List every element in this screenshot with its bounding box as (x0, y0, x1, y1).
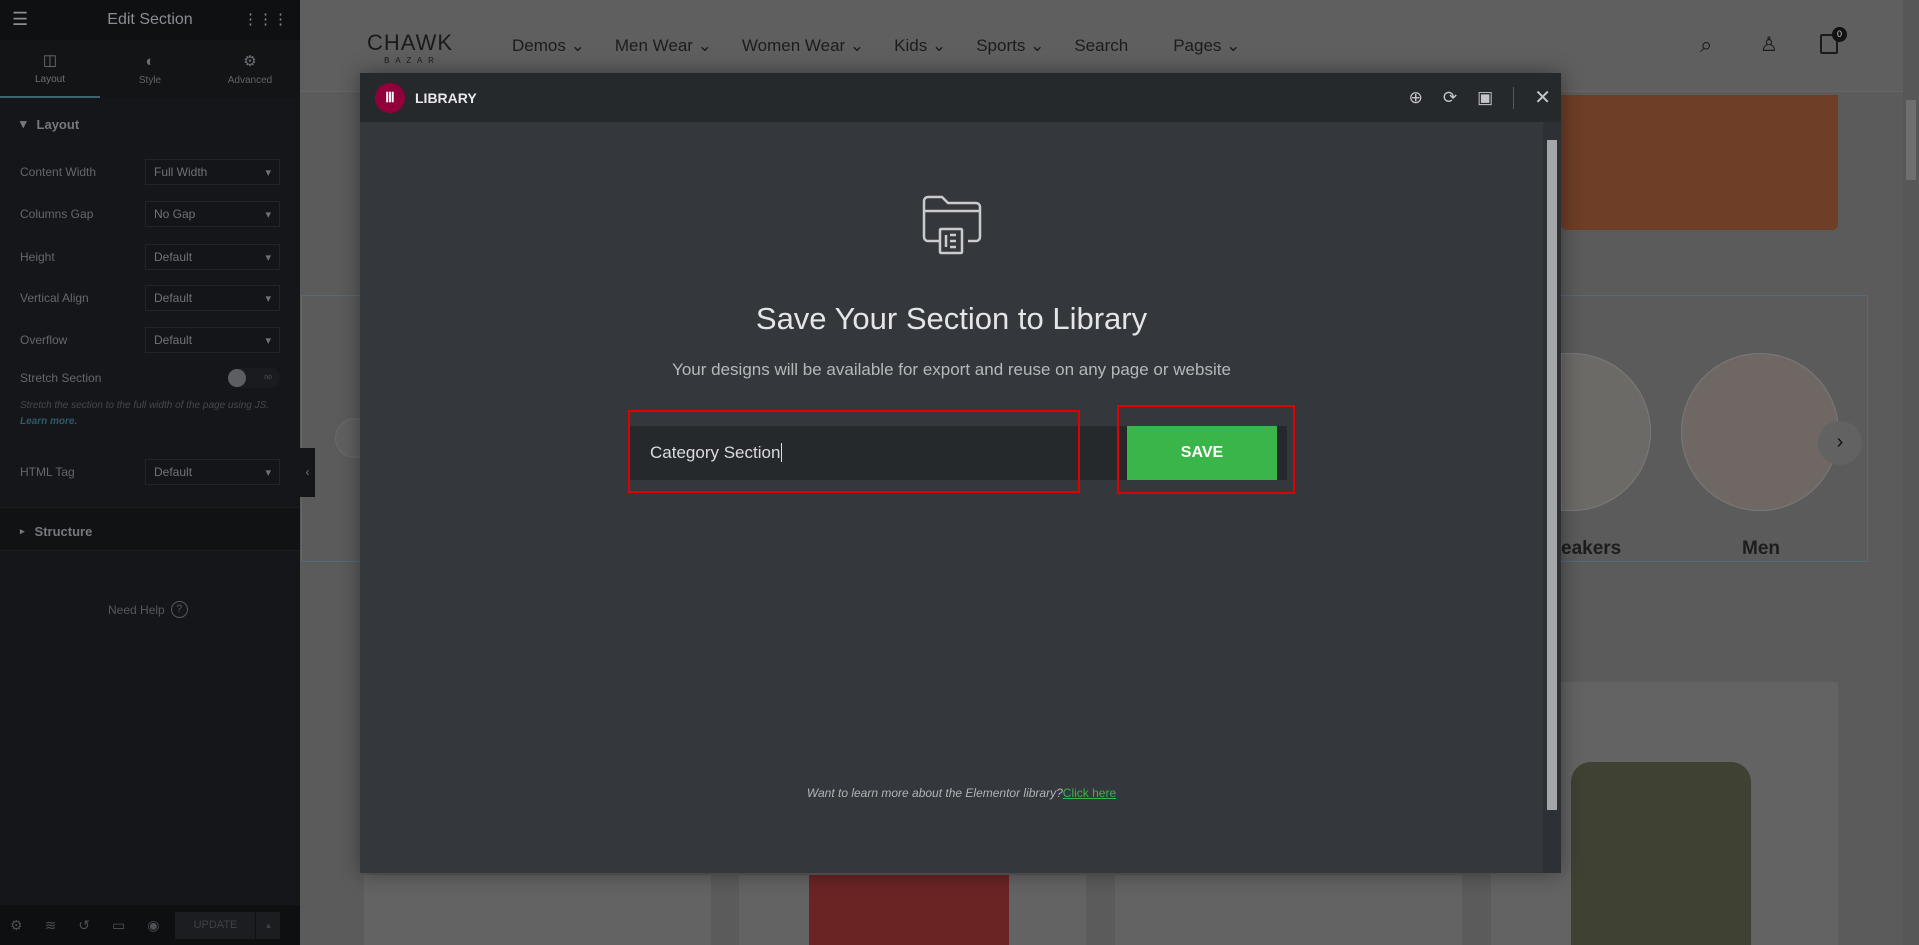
settings-icon[interactable]: ⚙ (10, 917, 23, 934)
stretch-section-control: Stretch Section no (20, 364, 280, 392)
category-label-sneakers[interactable]: eakers (1561, 538, 1621, 560)
update-button[interactable]: UPDATE (175, 911, 256, 939)
divider (1513, 86, 1515, 109)
columns-icon: ◫ (42, 52, 58, 69)
apps-grid-icon[interactable]: ⋮⋮⋮ (243, 10, 288, 28)
learn-more-link[interactable]: Learn more. (20, 416, 77, 427)
panel-title: Edit Section (107, 11, 193, 28)
height-control: Height Default (20, 243, 280, 271)
nav-kids[interactable]: Kids ⌄ (894, 36, 946, 56)
banner-image (1561, 95, 1838, 230)
navigator-layers-icon[interactable]: ≋ (45, 917, 57, 934)
category-label-men[interactable]: Men (1742, 538, 1780, 560)
product-card[interactable] (364, 875, 711, 945)
modal-scrollbar[interactable] (1543, 122, 1561, 873)
height-select[interactable]: Default (145, 244, 280, 270)
vertical-align-control: Vertical Align Default (20, 284, 280, 312)
modal-scrollbar-thumb[interactable] (1547, 140, 1557, 810)
search-icon[interactable]: ⌕ (1700, 32, 1712, 58)
scrollbar-thumb[interactable] (1906, 100, 1916, 180)
stretch-hint: Stretch the section to the full width of… (20, 400, 270, 427)
elementor-logo-icon: Ⅲ (375, 82, 405, 113)
collapse-panel-handle[interactable]: ‹ (300, 448, 315, 497)
overflow-control: Overflow Default (20, 326, 280, 354)
tab-layout[interactable]: ◫ Layout (0, 40, 100, 98)
panel-footer: ⚙ ≋ ↺ ▭ ◉ UPDATE ▴ (0, 905, 300, 945)
tab-style[interactable]: ◐ Style (100, 40, 200, 98)
tab-advanced[interactable]: ⚙ Advanced (200, 40, 300, 98)
library-modal: Ⅲ LIBRARY ⊕ ⟳ ▣ ✕ Save Your Section to L… (360, 73, 1561, 873)
nav-women-wear[interactable]: Women Wear ⌄ (742, 36, 864, 56)
vertical-align-select[interactable]: Default (145, 285, 280, 311)
responsive-mode-icon[interactable]: ▭ (112, 917, 125, 934)
overflow-select[interactable]: Default (145, 327, 280, 353)
category-image-men[interactable] (1681, 353, 1839, 511)
panel-tabs: ◫ Layout ◐ Style ⚙ Advanced (0, 40, 300, 98)
update-options-button[interactable]: ▴ (255, 911, 281, 939)
editor-panel: ☰ Edit Section ⋮⋮⋮ ◫ Layout ◐ Style ⚙ Advan… (0, 0, 300, 945)
modal-header: Ⅲ LIBRARY ⊕ ⟳ ▣ ✕ (360, 73, 1561, 122)
caret-right-icon: ▸ (20, 525, 25, 536)
nav-men-wear[interactable]: Men Wear ⌄ (615, 36, 712, 56)
folder-library-icon (920, 191, 984, 255)
stretch-section-toggle[interactable]: no (228, 368, 280, 388)
modal-heading: Save Your Section to Library (755, 301, 1148, 336)
modal-header-actions: ⊕ ⟳ ▣ ✕ (1409, 73, 1551, 122)
save-icon[interactable]: ▣ (1477, 88, 1493, 108)
page-scrollbar[interactable] (1903, 0, 1919, 945)
modal-title: LIBRARY (415, 89, 477, 106)
structure-section-toggle[interactable]: ▸ Structure (0, 510, 300, 552)
history-icon[interactable]: ↺ (78, 917, 90, 934)
need-help-link[interactable]: Need Help? (108, 601, 188, 618)
panel-header: ☰ Edit Section ⋮⋮⋮ (0, 0, 300, 40)
nav-sports[interactable]: Sports ⌄ (976, 36, 1044, 56)
close-icon[interactable]: ✕ (1534, 85, 1551, 110)
toggle-knob (228, 369, 246, 387)
product-card[interactable] (739, 875, 1086, 945)
main-nav: Demos ⌄ Men Wear ⌄ Women Wear ⌄ Kids ⌄ S… (512, 36, 1270, 56)
gear-icon: ⚙ (243, 53, 257, 70)
nav-demos[interactable]: Demos ⌄ (512, 36, 585, 56)
columns-gap-control: Columns Gap No Gap (20, 200, 280, 228)
user-icon[interactable]: ♙ (1760, 32, 1778, 57)
layout-section-toggle[interactable]: ▾ Layout (0, 103, 300, 145)
click-here-link[interactable]: Click here (1063, 786, 1116, 800)
highlight-box-save (1117, 405, 1295, 494)
html-tag-select[interactable]: Default (145, 459, 280, 485)
html-tag-control: HTML Tag Default (20, 458, 280, 486)
caret-down-icon: ▾ (20, 116, 27, 131)
content-width-select[interactable]: Full Width (145, 159, 280, 185)
carousel-next-button[interactable]: › (1818, 421, 1862, 465)
content-width-control: Content Width Full Width (20, 158, 280, 186)
site-logo[interactable]: CHAWK B A Z A R (367, 30, 453, 65)
product-image (809, 875, 1009, 945)
product-card[interactable] (1115, 875, 1462, 945)
columns-gap-select[interactable]: No Gap (145, 201, 280, 227)
modal-subheading: Your designs will be available for expor… (672, 360, 1231, 379)
nav-pages[interactable]: Pages ⌄ (1173, 36, 1240, 56)
cart-count-badge: 0 (1832, 27, 1847, 42)
preview-eye-icon[interactable]: ◉ (147, 917, 159, 934)
hamburger-menu-icon[interactable]: ☰ (12, 9, 28, 30)
sync-icon[interactable]: ⟳ (1443, 88, 1457, 108)
library-footer: Want to learn more about the Elementor l… (806, 786, 1117, 800)
highlight-box-input (628, 410, 1080, 493)
help-icon: ? (170, 601, 188, 618)
upload-icon[interactable]: ⊕ (1409, 88, 1423, 108)
half-circle-icon: ◐ (145, 52, 155, 70)
nav-search[interactable]: Search (1074, 36, 1128, 56)
product-image-bag (1571, 762, 1751, 945)
